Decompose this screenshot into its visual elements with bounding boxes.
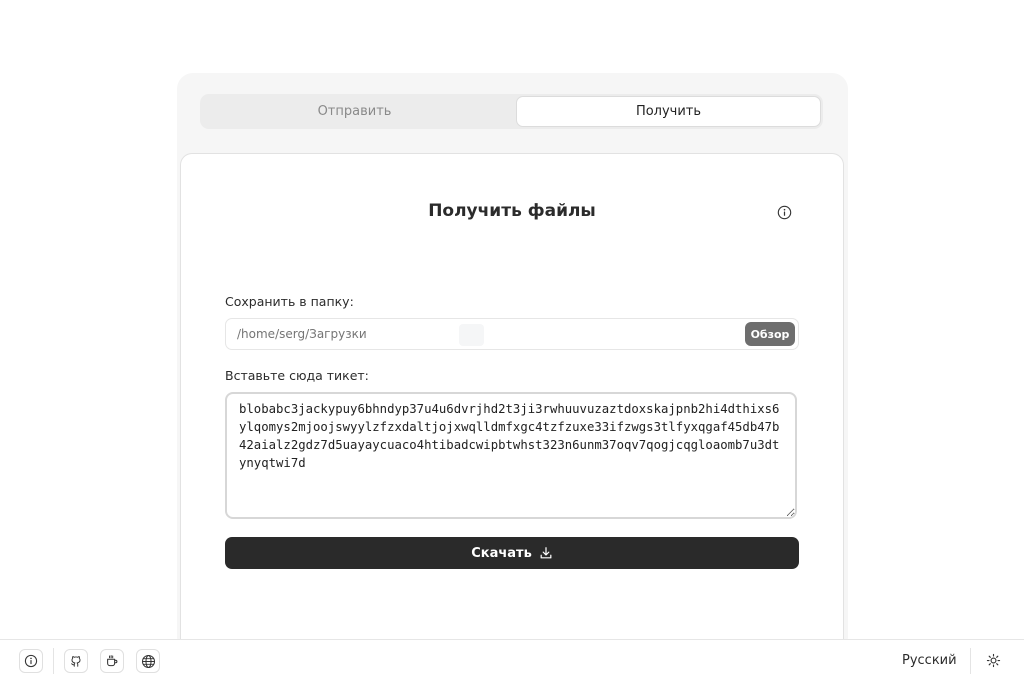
theme-toggle[interactable]	[984, 651, 1002, 669]
footer-globe-button[interactable]	[136, 649, 160, 673]
info-icon	[777, 205, 792, 220]
tab-receive[interactable]: Получить	[516, 96, 821, 127]
app-frame: Отправить Получить Получить файлы Сохран…	[177, 73, 848, 653]
folder-ghost-shape	[459, 324, 484, 346]
ticket-label: Вставьте сюда тикет:	[225, 368, 369, 383]
footer-divider	[970, 648, 971, 674]
folder-label: Сохранить в папку:	[225, 294, 354, 309]
download-icon	[540, 547, 552, 559]
receive-card: Получить файлы Сохранить в папку: Обзор …	[180, 153, 844, 653]
footer-bar: Русский	[0, 639, 1024, 681]
github-icon	[71, 656, 81, 667]
sun-icon	[986, 653, 1000, 667]
browse-button[interactable]: Обзор	[745, 322, 795, 346]
language-selector[interactable]: Русский	[902, 653, 957, 668]
folder-field: Обзор	[225, 318, 799, 350]
footer-github-button[interactable]	[64, 649, 88, 673]
download-button-label: Скачать	[471, 545, 532, 561]
mode-tabs: Отправить Получить	[200, 94, 823, 129]
coffee-icon	[107, 655, 118, 667]
page-title: Получить файлы	[428, 201, 596, 221]
info-icon	[24, 654, 38, 668]
ticket-textarea[interactable]: blobabc3jackypuy6bhndyp37u4u6dvrjhd2t3ji…	[225, 392, 797, 519]
footer-coffee-button[interactable]	[100, 649, 124, 673]
footer-info-button[interactable]	[19, 649, 43, 673]
footer-divider	[53, 648, 54, 674]
download-button[interactable]: Скачать	[225, 537, 799, 569]
info-button[interactable]	[777, 205, 792, 220]
tab-send[interactable]: Отправить	[202, 96, 507, 127]
globe-icon	[141, 654, 155, 668]
